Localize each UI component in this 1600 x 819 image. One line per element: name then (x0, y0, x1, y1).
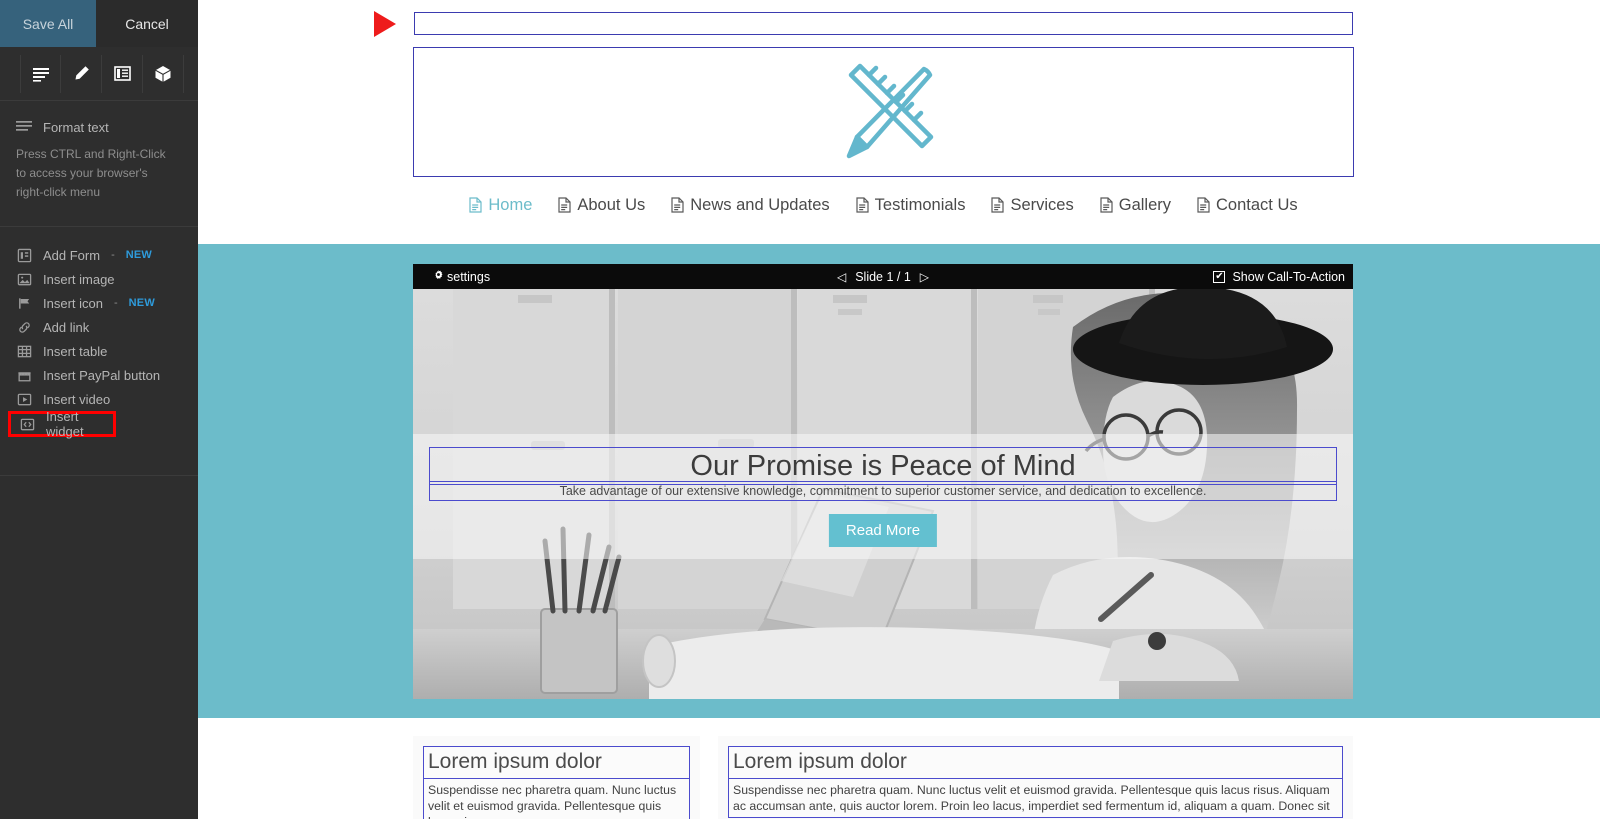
sidebar-item-insert-widget[interactable]: Insert widget (8, 409, 116, 439)
sidebar-item-insert-video[interactable]: Insert video (0, 387, 198, 411)
nav-item-services[interactable]: Services (991, 195, 1074, 215)
hero-subtitle-text: Take advantage of our extensive knowledg… (559, 484, 1207, 498)
prev-slide-icon[interactable]: ◁ (837, 270, 846, 284)
column-body-field[interactable]: Suspendisse nec pharetra quam. Nunc luct… (423, 779, 690, 819)
document-icon (1197, 197, 1210, 213)
column-body-text: Suspendisse nec pharetra quam. Nunc luct… (733, 783, 1330, 813)
column-title-field[interactable]: Lorem ipsum dolor (728, 746, 1343, 779)
document-icon (1100, 197, 1113, 213)
pencil-and-ruler-logo-icon (824, 53, 944, 171)
new-badge: NEW (128, 297, 155, 309)
format-text-hint: Press CTRL and Right-Click to access you… (16, 147, 166, 199)
nav-item-testimonials[interactable]: Testimonials (856, 195, 966, 215)
column-title-field[interactable]: Lorem ipsum dolor (423, 746, 690, 779)
sidebar-item-insert-icon[interactable]: Insert icon - NEW (0, 291, 198, 315)
editor-window: Save All Cancel Format text Press CTRL a… (0, 0, 1600, 819)
badge-dash: - (111, 249, 115, 261)
sidebar-item-add-link[interactable]: Add link (0, 315, 198, 339)
sidebar-item-insert-image[interactable]: Insert image (0, 267, 198, 291)
nav-item-label: Contact Us (1216, 195, 1298, 214)
insert-section: Add Form - NEW Insert image Insert icon … (0, 227, 198, 447)
nav-item-label: Home (488, 195, 533, 214)
site-navigation: Home About Us News and Updates Testimoni… (413, 186, 1354, 224)
nav-item-about-us[interactable]: About Us (558, 196, 645, 215)
sidebar-action-bar: Save All Cancel (0, 0, 198, 47)
column-body-text: Suspendisse nec pharetra quam. Nunc luct… (428, 783, 677, 819)
slide-pager: ◁ Slide 1 / 1 ▷ (413, 270, 1353, 284)
column-title-text: Lorem ipsum dolor (733, 750, 907, 773)
format-text-section: Format text Press CTRL and Right-Click t… (0, 101, 198, 226)
nav-item-label: Gallery (1118, 195, 1172, 214)
page-canvas: Home About Us News and Updates Testimoni… (198, 0, 1600, 819)
nav-item-contact-us[interactable]: Contact Us (1197, 196, 1298, 215)
image-icon (16, 271, 32, 287)
document-icon (469, 197, 482, 213)
nav-item-gallery[interactable]: Gallery (1100, 196, 1171, 215)
read-more-button[interactable]: Read More (828, 514, 938, 547)
show-call-to-action-toggle[interactable]: ✔ Show Call-To-Action (1213, 270, 1345, 284)
nav-item-home[interactable]: Home (469, 196, 532, 215)
document-icon (671, 197, 684, 213)
document-icon (856, 197, 869, 213)
content-column-right: Lorem ipsum dolor Suspendisse nec pharet… (718, 736, 1353, 819)
format-lines-icon (16, 119, 32, 135)
slide-counter-label: Slide 1 / 1 (855, 269, 911, 284)
cancel-button[interactable]: Cancel (96, 0, 198, 47)
nav-item-label: Testimonials (874, 195, 966, 214)
hero-title-field[interactable]: Our Promise is Peace of Mind (429, 447, 1337, 485)
sidebar-item-label: Insert video (43, 391, 111, 407)
document-icon (558, 197, 571, 213)
save-all-button[interactable]: Save All (0, 0, 96, 47)
slider-toolbar: settings ◁ Slide 1 / 1 ▷ ✔ Show Call-To-… (413, 264, 1353, 289)
pencil-icon[interactable] (61, 54, 102, 93)
sidebar-item-format-text[interactable]: Format text (0, 115, 198, 139)
editor-sidebar: Save All Cancel Format text Press CTRL a… (0, 0, 198, 819)
sidebar-item-label: Insert widget (46, 409, 84, 439)
column-title-text: Lorem ipsum dolor (428, 750, 602, 773)
video-icon (16, 391, 32, 407)
cube-icon[interactable] (143, 54, 184, 93)
form-icon (16, 247, 32, 263)
content-column-left: Lorem ipsum dolor Suspendisse nec pharet… (413, 736, 700, 819)
sidebar-item-label: Insert image (43, 271, 115, 287)
sidebar-item-label: Format text (43, 119, 109, 135)
new-badge: NEW (125, 249, 153, 261)
checkbox-icon[interactable]: ✔ (1213, 270, 1226, 283)
layout-icon[interactable] (102, 54, 143, 93)
sidebar-item-label: Add link (43, 319, 90, 335)
sidebar-item-insert-table[interactable]: Insert table (0, 339, 198, 363)
paypal-icon (16, 367, 32, 383)
link-icon (16, 319, 32, 335)
hero-slider[interactable]: Our Promise is Peace of Mind Take advant… (413, 289, 1353, 699)
site-logo-block[interactable] (413, 47, 1354, 177)
table-icon (16, 343, 32, 359)
hero-subtitle-field[interactable]: Take advantage of our extensive knowledg… (429, 481, 1337, 501)
column-body-field[interactable]: Suspendisse nec pharetra quam. Nunc luct… (728, 779, 1343, 818)
sidebar-item-add-form[interactable]: Add Form - NEW (0, 243, 198, 267)
top-empty-text-field[interactable] (414, 12, 1353, 35)
badge-dash: - (113, 297, 118, 309)
format-text-icon[interactable] (20, 54, 61, 93)
sidebar-item-insert-paypal-button[interactable]: Insert PayPal button (0, 363, 198, 387)
sidebar-icon-toolbar (0, 47, 198, 100)
sidebar-item-label: Insert icon (43, 295, 103, 311)
nav-item-label: About Us (577, 195, 646, 214)
cursor-arrow-icon (374, 11, 396, 37)
show-call-to-action-label: Show Call-To-Action (1232, 269, 1345, 284)
nav-item-label: News and Updates (690, 195, 830, 214)
sidebar-item-label: Insert table (43, 343, 108, 359)
nav-item-news-and-updates[interactable]: News and Updates (671, 195, 830, 215)
nav-item-label: Services (1010, 195, 1074, 214)
code-icon (19, 416, 35, 432)
hero-title-text: Our Promise is Peace of Mind (690, 449, 1076, 482)
flag-icon (16, 295, 32, 311)
top-edit-row (198, 11, 1600, 37)
content-columns: Lorem ipsum dolor Suspendisse nec pharet… (413, 736, 1353, 819)
next-slide-icon[interactable]: ▷ (920, 270, 929, 284)
sidebar-item-label: Add Form (43, 247, 101, 263)
sidebar-item-label: Insert PayPal button (43, 367, 161, 383)
sidebar-divider-3 (0, 475, 198, 476)
document-icon (991, 197, 1005, 213)
